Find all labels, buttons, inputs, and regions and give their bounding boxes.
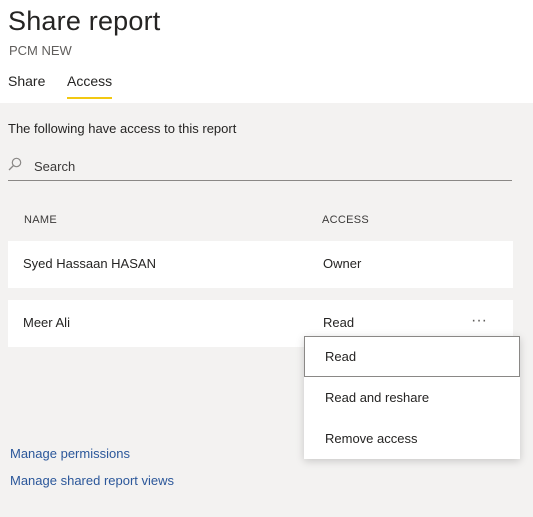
menu-item-label: Remove access	[325, 431, 418, 446]
access-level: Owner	[323, 256, 362, 271]
tab-share[interactable]: Share	[8, 73, 45, 97]
manage-permissions-link[interactable]: Manage permissions	[10, 446, 130, 461]
report-name: PCM NEW	[9, 43, 72, 58]
access-row: Syed Hassaan HASAN Owner	[8, 241, 513, 288]
user-name: Meer Ali	[23, 315, 70, 330]
menu-item-label: Read	[325, 349, 357, 364]
manage-shared-views-link[interactable]: Manage shared report views	[10, 473, 174, 488]
user-name: Syed Hassaan HASAN	[23, 256, 156, 271]
tab-access[interactable]: Access	[67, 73, 113, 99]
menu-item-label: Read and reshare	[325, 390, 430, 405]
page-title: Share report	[8, 6, 161, 36]
column-header-name: NAME	[24, 214, 57, 226]
column-header-access: ACCESS	[322, 214, 370, 226]
access-intro-text: The following have access to this report	[8, 121, 237, 136]
search-input[interactable]	[34, 154, 504, 178]
menu-item-read-and-reshare[interactable]: Read and reshare	[304, 377, 520, 418]
menu-item-remove-access[interactable]: Remove access	[304, 418, 520, 459]
search-icon	[8, 157, 22, 171]
access-level: Read	[323, 315, 355, 330]
more-options-icon[interactable]: ···	[468, 312, 490, 334]
search-box	[8, 154, 512, 181]
menu-item-read[interactable]: Read	[304, 336, 520, 377]
access-level-menu: Read Read and reshare Remove access	[304, 336, 520, 459]
